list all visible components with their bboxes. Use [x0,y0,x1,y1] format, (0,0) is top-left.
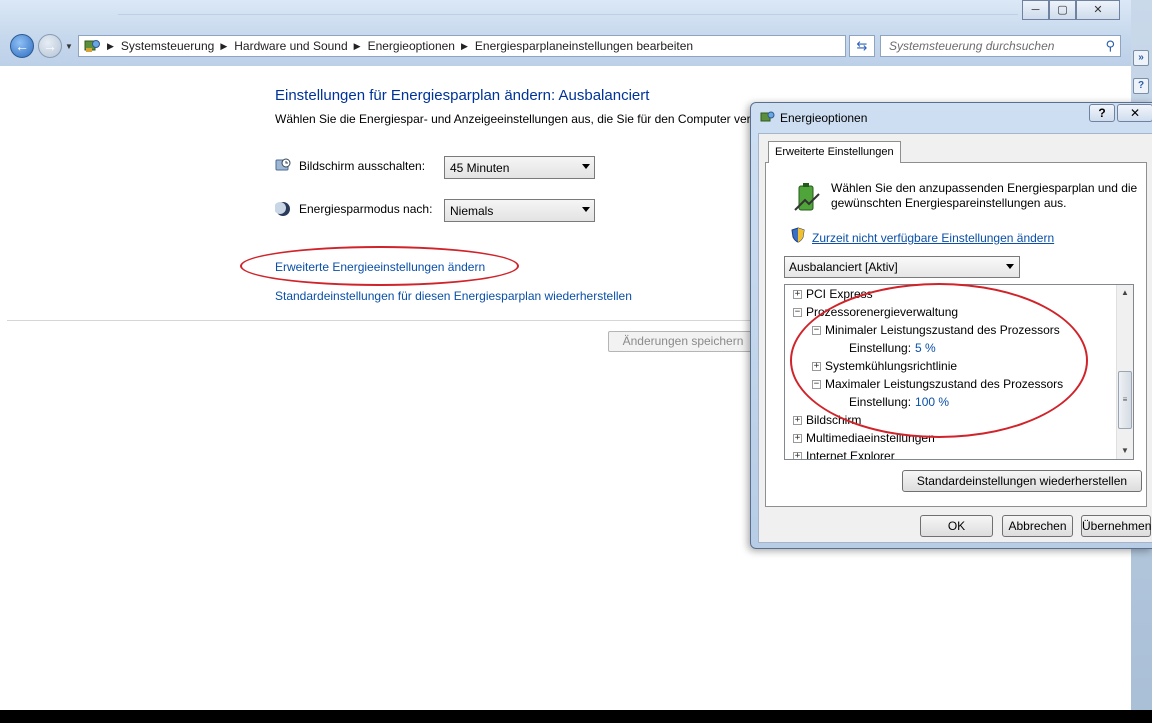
tree-item-internet-explorer[interactable]: + Internet Explorer [793,449,895,460]
sleep-select[interactable]: Niemals [444,199,595,222]
search-icon[interactable]: ⚲ [1105,38,1115,54]
chevron-down-icon [582,207,590,212]
settings-tree[interactable]: + PCI Express − Prozessorenergieverwaltu… [784,284,1134,460]
plan-select-value: Ausbalanciert [Aktiv] [789,260,898,274]
title-ghost [118,14,1018,26]
breadcrumb-arrow-icon[interactable]: ▶ [220,41,227,52]
scroll-down-icon[interactable]: ▼ [1117,443,1133,459]
restore-defaults-button[interactable]: Standardeinstellungen wiederherstellen [902,470,1142,492]
setting-row-display-off: Bildschirm ausschalten: [275,158,445,174]
min-state-value[interactable]: 5 % [915,341,936,355]
chevron-down-icon [582,164,590,169]
max-state-value[interactable]: 100 % [915,395,949,409]
breadcrumb-item[interactable]: Hardware und Sound ▶ [234,39,367,53]
breadcrumb-item[interactable]: Energieoptionen ▶ [368,39,475,53]
save-changes-button[interactable]: Änderungen speichern [608,331,758,352]
cancel-button[interactable]: Abbrechen [1002,515,1073,537]
tree-item-label: Multimediaeinstellungen [806,431,935,445]
page-subtitle: Wählen Sie die Energiespar- und Anzeigee… [275,112,755,126]
history-dropdown-icon[interactable]: ▼ [65,42,73,51]
control-panel-icon [84,40,100,52]
search-placeholder: Systemsteuerung durchsuchen [889,39,1055,53]
breadcrumb-arrow-icon[interactable]: ▶ [461,41,468,52]
power-options-dialog: Energieoptionen ? ✕ Erweiterte Einstellu… [750,102,1152,549]
breadcrumb-arrow-icon[interactable]: ▶ [354,41,361,52]
tree-item-label: Bildschirm [806,413,862,427]
expand-icon[interactable]: + [793,451,802,459]
breadcrumb-separator-icon[interactable]: ▶ [101,41,121,52]
dialog-description: Wählen Sie den anzupassenden Energiespar… [831,181,1138,210]
tree-item-label: Internet Explorer [806,449,895,460]
tree-item-label: Systemkühlungsrichtlinie [825,359,958,373]
tree-item-label: PCI Express [806,287,873,301]
tree-item-max-setting[interactable]: Einstellung: 100 % [849,395,949,409]
breadcrumb-item[interactable]: Systemsteuerung ▶ [121,39,234,53]
moon-icon [275,202,290,216]
uac-shield-icon [791,227,805,243]
tree-item-label: Maximaler Leistungszustand des Prozessor… [825,377,1064,391]
tree-item-label: Einstellung: [849,395,912,409]
page-title: Einstellungen für Energiesparplan ändern… [275,87,650,104]
tab-advanced-settings[interactable]: Erweiterte Einstellungen [768,141,901,163]
advanced-settings-link[interactable]: Erweiterte Energieeinstellungen ändern [275,260,485,274]
power-plan-icon [760,111,775,122]
tree-item-pci-express[interactable]: + PCI Express [793,287,873,301]
forward-button[interactable]: → [38,34,62,58]
back-button[interactable]: ← [10,34,34,58]
display-off-label: Bildschirm ausschalten: [299,159,426,173]
tree-item-label: Einstellung: [849,341,912,355]
tree-item-cooling-policy[interactable]: + Systemkühlungsrichtlinie [812,359,957,373]
display-off-value: 45 Minuten [450,161,510,175]
ok-button[interactable]: OK [920,515,993,537]
tree-item-min-processor-state[interactable]: − Minimaler Leistungszustand des Prozess… [812,323,1060,337]
scroll-up-icon[interactable]: ▲ [1117,285,1133,301]
expand-icon[interactable]: + [793,433,802,443]
dialog-close-button[interactable]: ✕ [1117,104,1152,122]
search-input[interactable]: Systemsteuerung durchsuchen ⚲ [880,35,1121,57]
collapse-icon[interactable]: − [793,307,802,317]
tree-item-min-setting[interactable]: Einstellung: 5 % [849,341,936,355]
taskbar-edge [0,710,1152,723]
address-bar[interactable]: ▶ Systemsteuerung ▶ Hardware und Sound ▶ E… [78,35,846,57]
sleep-label: Energiesparmodus nach: [299,202,433,216]
monitor-clock-icon [275,158,291,171]
dialog-title: Energieoptionen [780,111,868,125]
collapse-icon[interactable]: − [812,325,821,335]
restore-defaults-link[interactable]: Standardeinstellungen für diesen Energie… [275,289,632,303]
breadcrumb-item[interactable]: Energiesparplaneinstellungen bearbeiten [475,39,693,53]
refresh-icon[interactable]: ⇆ [849,35,875,57]
battery-plug-icon [794,183,820,211]
display-off-select[interactable]: 45 Minuten [444,156,595,179]
help-button[interactable]: ? [1089,104,1115,122]
dialog-body: Erweiterte Einstellungen Wählen Sie den … [758,133,1152,543]
background-help-icon: ? [1133,78,1149,94]
expand-icon[interactable]: + [793,415,802,425]
expand-icon[interactable]: + [793,289,802,299]
close-button[interactable]: ✕ [1076,0,1120,20]
window-chrome: ─ ▢ ✕ ← → ▼ ▶ Systemsteuerung ▶ Hardware … [0,0,1131,66]
tab-panel: Wählen Sie den anzupassenden Energiespar… [765,162,1147,507]
tree-item-display[interactable]: + Bildschirm [793,413,861,427]
tree-scrollbar[interactable]: ▲ ≡ ▼ [1116,285,1133,459]
window-controls: ─ ▢ ✕ [1022,0,1120,20]
tree-item-processor-power[interactable]: − Prozessorenergieverwaltung [793,305,958,319]
minimize-button[interactable]: ─ [1022,0,1049,20]
tree-item-max-processor-state[interactable]: − Maximaler Leistungszustand des Prozess… [812,377,1063,391]
tree-item-label: Prozessorenergieverwaltung [806,305,959,319]
sleep-value: Niemals [450,204,494,218]
setting-row-sleep: Energiesparmodus nach: [275,201,445,217]
maximize-button[interactable]: ▢ [1049,0,1076,20]
background-arrow-icon: » [1133,50,1149,66]
chevron-down-icon [1006,264,1014,269]
apply-button[interactable]: Übernehmen [1081,515,1151,537]
plan-select[interactable]: Ausbalanciert [Aktiv] [784,256,1020,278]
tree-item-label: Minimaler Leistungszustand des Prozessor… [825,323,1060,337]
scroll-thumb[interactable]: ≡ [1118,371,1132,429]
expand-icon[interactable]: + [812,361,821,371]
tree-item-multimedia[interactable]: + Multimediaeinstellungen [793,431,935,445]
collapse-icon[interactable]: − [812,379,821,389]
change-unavailable-settings-link[interactable]: Zurzeit nicht verfügbare Einstellungen ä… [812,231,1054,245]
